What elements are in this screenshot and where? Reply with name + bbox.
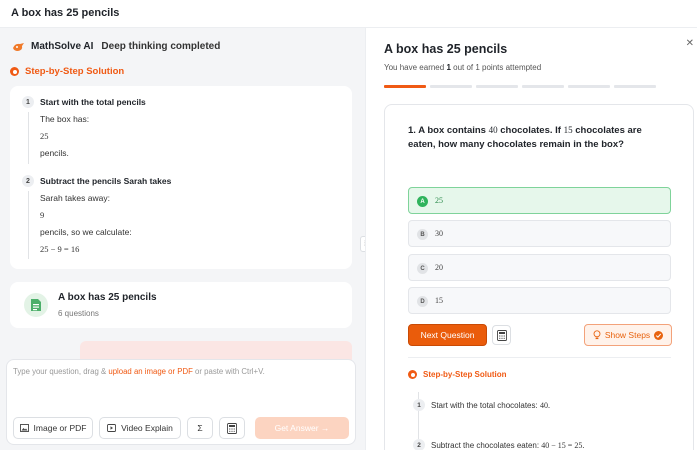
video-explain-label: Video Explain [121, 423, 173, 433]
lightbulb-icon [593, 330, 601, 340]
question-input-placeholder[interactable]: Type your question, drag & upload an ima… [13, 367, 265, 376]
step-text-part: Subtract the chocolates eaten: [431, 441, 542, 450]
progress-segment [568, 85, 610, 88]
progress-segment [384, 85, 426, 88]
step-number: 1 [413, 399, 425, 411]
video-explain-button[interactable]: Video Explain [99, 417, 181, 439]
document-icon [24, 293, 48, 317]
top-bar: A box has 25 pencils [0, 0, 697, 28]
video-icon [107, 424, 117, 432]
step-line: pencils, so we calculate: [40, 227, 132, 237]
quiz-question-count: 6 questions [58, 309, 99, 318]
question-part: 1. A box contains [408, 125, 489, 136]
option-value: 15 [435, 296, 443, 305]
question-number: 15 [563, 125, 573, 135]
progress-segment [476, 85, 518, 88]
image-pdf-label: Image or PDF [33, 423, 87, 433]
option-value: 20 [435, 263, 443, 272]
quiz-title: A box has 25 pencils [58, 292, 157, 303]
step-connector [28, 191, 29, 259]
option-value: 25 [435, 196, 443, 205]
placeholder-text: Type your question, drag & [13, 367, 109, 376]
step-connector [28, 112, 29, 164]
step-line: pencils. [40, 148, 69, 158]
progress-segment [614, 85, 656, 88]
step-line: 25 − 9 = 16 [40, 244, 80, 254]
show-steps-button[interactable]: Show Steps [584, 324, 672, 346]
question-input-box[interactable]: Type your question, drag & upload an ima… [6, 359, 356, 445]
calculator-button[interactable] [219, 417, 245, 439]
option-letter: A [417, 196, 428, 207]
answer-option-c[interactable]: C 20 [408, 254, 671, 281]
step-number: 2 [22, 175, 34, 187]
step-line: 25 [40, 131, 49, 141]
upload-link[interactable]: upload an image or PDF [108, 367, 193, 376]
assistant-header: MathSolve AI Deep thinking completed [12, 41, 220, 52]
solution-heading: Step-by-Step Solution [408, 370, 507, 379]
step-text-part: Start with the total chocolates: [431, 401, 540, 410]
progress-segment [522, 85, 564, 88]
quiz-panel-title: A box has 25 pencils [384, 42, 508, 56]
get-answer-button[interactable]: Get Answer → [255, 417, 349, 439]
option-letter: C [417, 263, 428, 274]
step-math: 40 − 15 = 25. [541, 441, 585, 450]
show-steps-label: Show Steps [604, 330, 651, 340]
question-card: 1. A box contains 40 chocolates. If 15 c… [384, 104, 694, 450]
thinking-status: Deep thinking completed [101, 41, 221, 52]
step-math: 40. [539, 401, 550, 410]
points-text: out of 1 points attempted [450, 63, 542, 72]
quiz-link-card[interactable]: A box has 25 pencils 6 questions [10, 282, 352, 328]
image-icon [19, 424, 29, 432]
question-number: 40 [488, 125, 498, 135]
window-title: A box has 25 pencils [11, 7, 120, 19]
brand-name: MathSolve AI [31, 41, 94, 52]
step-title: Start with the total pencils [40, 97, 146, 107]
answer-option-d[interactable]: D 15 [408, 287, 671, 314]
next-question-button[interactable]: Next Question [408, 324, 487, 346]
image-pdf-button[interactable]: Image or PDF [13, 417, 93, 439]
step-line: The box has: [40, 114, 90, 124]
divider [408, 357, 671, 358]
solution-heading-text: Step-by-Step Solution [25, 66, 125, 77]
chat-panel: MathSolve AI Deep thinking completed Ste… [0, 28, 365, 450]
step-text: Subtract the chocolates eaten: 40 − 15 =… [431, 441, 584, 450]
step-line: Sarah takes away: [40, 193, 110, 203]
solution-heading-text: Step-by-Step Solution [423, 370, 507, 379]
option-letter: B [417, 229, 428, 240]
calculator-icon [227, 422, 237, 434]
step-title: Subtract the pencils Sarah takes [40, 176, 172, 186]
step-number: 1 [22, 96, 34, 108]
option-value: 30 [435, 229, 443, 238]
placeholder-text: or paste with Ctrl+V. [192, 367, 265, 376]
step-line: 9 [40, 210, 45, 220]
calculator-button[interactable] [492, 325, 511, 345]
option-letter: D [417, 296, 428, 307]
points-text: You have earned [384, 63, 447, 72]
answer-option-a[interactable]: A 25 [408, 187, 671, 214]
step-number: 2 [413, 439, 425, 450]
solution-steps-card: 1 Start with the total pencils The box h… [10, 86, 352, 269]
question-text: 1. A box contains 40 chocolates. If 15 c… [408, 123, 658, 152]
check-circle-icon [654, 330, 664, 340]
math-symbols-button[interactable]: Σ [187, 417, 213, 439]
step-dot-icon [10, 67, 19, 76]
progress-segment [430, 85, 472, 88]
calculator-icon [496, 329, 507, 341]
quiz-panel: ✕ A box has 25 pencils You have earned 1… [365, 28, 697, 450]
close-icon[interactable]: ✕ [686, 38, 694, 49]
answer-option-b[interactable]: B 30 [408, 220, 671, 247]
question-part: chocolates. If [497, 125, 564, 136]
solution-heading: Step-by-Step Solution [10, 66, 124, 77]
question-progress [384, 85, 656, 88]
step-dot-icon [408, 370, 417, 379]
step-text: Start with the total chocolates: 40. [431, 401, 550, 410]
points-summary: You have earned 1 out of 1 points attemp… [384, 63, 541, 72]
brand-logo-icon [13, 42, 24, 51]
